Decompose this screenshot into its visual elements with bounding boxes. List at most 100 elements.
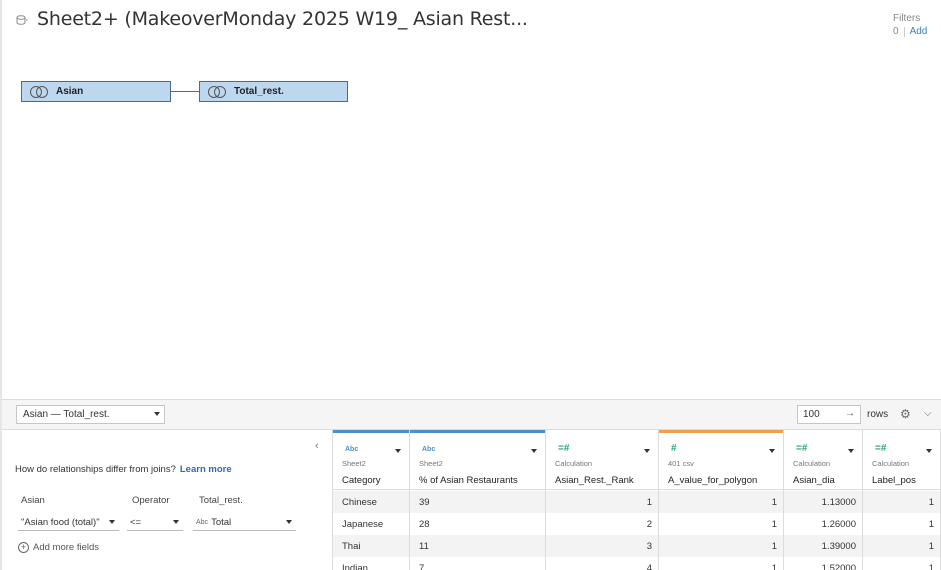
rows-label: rows	[867, 409, 889, 420]
chevron-down-icon[interactable]	[926, 449, 932, 453]
column-name: Asian_dia	[793, 475, 835, 486]
table-cell: 1	[646, 496, 652, 508]
grid-column: =# Calculation Asian_Rest._Rank 1 2 3 4	[546, 430, 659, 570]
table-cell: 4	[646, 562, 652, 570]
relationship-panel: ‹ How do relationships differ from joins…	[2, 430, 333, 570]
page-title[interactable]: Sheet2+ (MakeoverMonday 2025 W19_ Asian …	[37, 8, 528, 30]
table-cell: 1	[928, 540, 934, 552]
right-field-select[interactable]: Abc Total	[193, 514, 296, 531]
table-cell: 1	[771, 518, 777, 530]
table-cell: 11	[419, 540, 429, 552]
data-grid: Abc Sheet2 Category Chinese Japanese Thai Indi…	[333, 430, 941, 570]
learn-more-link[interactable]: Learn more	[180, 464, 232, 475]
data-pane-toolbar: Asian — Total_rest. 100 → rows ⚙ ⌵	[2, 399, 941, 430]
column-source: Calculation	[872, 459, 910, 468]
chevron-down-icon	[109, 520, 115, 524]
string-type-icon: Abc	[196, 518, 209, 526]
grid-column: =# Calculation Label_pos 1 1 1 1	[863, 430, 941, 570]
table-cell: 1	[771, 562, 777, 570]
table-cell: 28	[419, 518, 430, 530]
operator-value: <=	[130, 516, 142, 528]
relationship-table-icon	[28, 85, 50, 99]
chevron-down-icon[interactable]	[395, 449, 401, 453]
help-question: How do relationships differ from joins?	[15, 464, 176, 475]
table-cell: 2	[646, 518, 652, 530]
table-cell: 1	[928, 562, 934, 570]
chevron-down-icon[interactable]	[848, 449, 854, 453]
column-source: Calculation	[793, 459, 831, 468]
column-header[interactable]: Abc Sheet2 Category	[333, 430, 409, 490]
column-header[interactable]: =# Calculation Asian_Rest._Rank	[546, 430, 658, 490]
table-cell: 1	[771, 540, 777, 552]
filters-section: Filters 0 Add	[893, 13, 927, 37]
gear-icon[interactable]: ⚙	[900, 407, 911, 421]
canvas-table-name: Asian	[56, 86, 84, 97]
table-cell: 1	[928, 518, 934, 530]
grid-column: #401 csv A_value_for_polygon 1 1 1 1	[659, 430, 784, 570]
column-source: Sheet2	[419, 459, 443, 468]
table-cell: Japanese	[342, 518, 384, 530]
add-filter-link[interactable]: Add	[903, 26, 927, 37]
table-cell: 1.26000	[821, 518, 856, 530]
number-type-icon[interactable]: =#	[875, 443, 886, 454]
table-cell: 1.13000	[821, 496, 856, 508]
relationship-table-icon	[206, 85, 228, 99]
table-cell: 1	[771, 496, 777, 508]
collapse-panel-icon[interactable]: ‹	[315, 440, 319, 452]
table-cell: 39	[419, 496, 430, 508]
chevron-down-icon[interactable]	[644, 449, 650, 453]
column-name: Category	[342, 475, 381, 486]
canvas-table-total-rest[interactable]: Total_rest.	[199, 81, 348, 102]
table-cell: 1	[928, 496, 934, 508]
column-header[interactable]: =# Calculation Label_pos	[863, 430, 940, 490]
number-type-icon[interactable]: =#	[796, 443, 807, 454]
chevron-down-icon	[154, 412, 160, 416]
database-icon	[16, 12, 32, 28]
rows-count-value: 100	[803, 409, 820, 420]
left-table-header: Asian	[21, 495, 45, 506]
column-header[interactable]: =# Calculation Asian_dia	[784, 430, 862, 490]
page-header: Sheet2+ (MakeoverMonday 2025 W19_ Asian …	[16, 8, 528, 30]
canvas-table-asian[interactable]: Asian	[21, 81, 171, 102]
filters-label: Filters	[893, 13, 921, 24]
column-header[interactable]: #401 csv A_value_for_polygon	[659, 430, 783, 490]
operator-select[interactable]: <=	[127, 514, 183, 531]
right-field-value: Total	[211, 516, 232, 528]
rows-count-input[interactable]: 100 →	[797, 405, 861, 424]
chevron-down-icon	[173, 520, 179, 524]
string-type-icon[interactable]: Abc	[422, 446, 435, 453]
number-type-icon[interactable]: =#	[558, 443, 569, 454]
arrow-right-icon[interactable]: →	[845, 408, 855, 419]
column-name: Asian_Rest._Rank	[555, 475, 634, 486]
relationship-noodle[interactable]	[170, 91, 200, 92]
grid-column: Abc Sheet2 % of Asian Restaurants 39 28 11 7	[410, 430, 546, 570]
column-source: 401 csv	[668, 459, 694, 468]
relationship-selector-label: Asian — Total_rest.	[23, 409, 110, 420]
chevron-down-icon[interactable]	[769, 449, 775, 453]
table-cell: Thai	[342, 540, 361, 552]
table-cell: Chinese	[342, 496, 377, 508]
left-field-value: "Asian food (total)"	[21, 516, 100, 528]
left-field-select[interactable]: "Asian food (total)"	[18, 514, 119, 531]
number-type-icon[interactable]: #	[671, 443, 677, 454]
add-more-fields-button[interactable]: + Add more fields	[18, 542, 99, 553]
string-type-icon[interactable]: Abc	[345, 446, 358, 453]
filters-count: 0	[893, 26, 899, 37]
table-cell: 1.52000	[821, 562, 856, 570]
column-source: Calculation	[555, 459, 593, 468]
column-name: Label_pos	[872, 475, 916, 486]
right-table-header: Total_rest.	[199, 495, 243, 506]
column-source: Sheet2	[342, 459, 366, 468]
column-name: A_value_for_polygon	[668, 475, 758, 486]
grid-column: =# Calculation Asian_dia 1.13000 1.26000 1.39…	[784, 430, 863, 570]
column-header[interactable]: Abc Sheet2 % of Asian Restaurants	[410, 430, 545, 490]
plus-circle-icon: +	[18, 542, 29, 553]
add-more-fields-label: Add more fields	[33, 542, 100, 553]
table-cell: 1.39000	[821, 540, 856, 552]
chevron-down-icon[interactable]: ⌵	[924, 408, 932, 419]
chevron-down-icon[interactable]	[531, 449, 537, 453]
relationship-selector[interactable]: Asian — Total_rest.	[16, 405, 165, 424]
table-cell: 7	[419, 562, 425, 570]
grid-column: Abc Sheet2 Category Chinese Japanese Thai Indi…	[333, 430, 410, 570]
table-cell: 3	[646, 540, 652, 552]
